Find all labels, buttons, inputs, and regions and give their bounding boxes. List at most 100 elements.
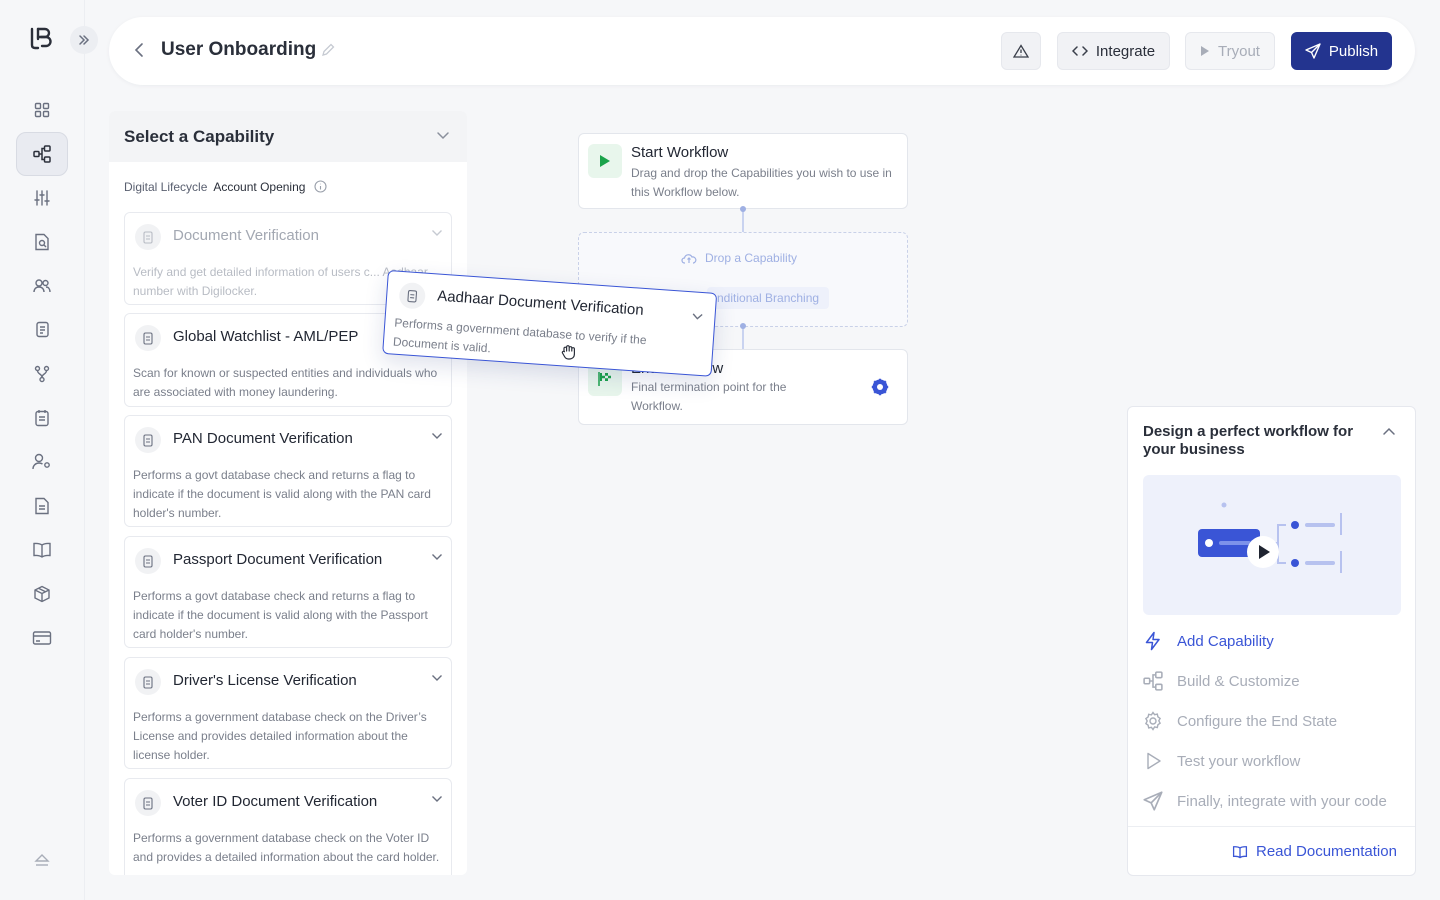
capability-card-title: Driver's License Verification	[173, 672, 357, 689]
sliders-icon	[34, 190, 50, 206]
document-icon	[398, 281, 427, 310]
end-node-settings-button[interactable]	[871, 378, 889, 396]
capability-card-passport-verification[interactable]: Passport Document Verification Performs …	[124, 536, 452, 648]
integrate-label: Integrate	[1095, 42, 1156, 60]
chevron-down-icon[interactable]	[431, 674, 443, 682]
nav-user-settings[interactable]	[16, 440, 68, 484]
send-icon	[1305, 43, 1321, 59]
left-sidebar	[0, 0, 98, 900]
top-header: User Onboarding Integrate Tryout Publish	[109, 17, 1415, 85]
chevron-down-icon[interactable]	[431, 553, 443, 561]
capability-card-description: Scan for known or suspected entities and…	[133, 366, 438, 399]
conditional-branching-chip[interactable]: nditional Branching	[707, 287, 830, 309]
nav-eject[interactable]	[16, 838, 68, 882]
flow-icon	[1143, 671, 1163, 691]
nav-documents[interactable]	[16, 308, 68, 352]
document-search-icon	[35, 233, 49, 251]
app-logo-icon[interactable]	[28, 26, 56, 56]
file-text-icon	[35, 497, 49, 515]
workflow-illustration-icon	[1198, 502, 1342, 573]
gear-icon	[871, 378, 889, 396]
publish-button[interactable]: Publish	[1291, 32, 1392, 70]
capability-card-title: Document Verification	[173, 227, 319, 244]
nav-workflows[interactable]	[16, 132, 68, 176]
help-step-test-workflow[interactable]: Test your workflow	[1143, 751, 1300, 771]
capability-panel-title: Select a Capability	[124, 126, 275, 146]
help-step-configure-end-state[interactable]: Configure the End State	[1143, 711, 1337, 731]
send-icon	[1143, 791, 1163, 811]
help-step-label: Configure the End State	[1177, 712, 1338, 730]
chevron-up-icon[interactable]	[1382, 427, 1396, 436]
help-step-build-customize[interactable]: Build & Customize	[1143, 671, 1300, 691]
nav-dashboard[interactable]	[16, 88, 68, 132]
help-step-integrate[interactable]: Finally, integrate with your code	[1143, 791, 1387, 811]
info-icon[interactable]	[314, 180, 327, 193]
capability-card-pan-verification[interactable]: PAN Document Verification Performs a gov…	[124, 415, 452, 527]
start-play-icon	[588, 144, 622, 178]
nav-library[interactable]	[16, 528, 68, 572]
capability-card-voter-id[interactable]: Voter ID Document Verification Performs …	[124, 778, 452, 875]
open-book-icon	[33, 542, 51, 558]
chevron-down-icon[interactable]	[431, 229, 443, 237]
breadcrumb: Digital Lifecycle Account Opening	[124, 180, 327, 194]
help-step-label: Add Capability	[1177, 632, 1274, 650]
credit-card-icon	[32, 631, 52, 645]
nav-packages[interactable]	[16, 572, 68, 616]
breadcrumb-parent: Digital Lifecycle	[124, 180, 208, 194]
capability-panel-header[interactable]: Select a Capability	[109, 111, 467, 162]
workflow-connector	[742, 327, 744, 350]
connector-dot	[740, 206, 746, 212]
git-branch-icon	[34, 365, 50, 383]
clipboard-icon	[35, 410, 49, 427]
workflow-icon	[33, 145, 51, 163]
breadcrumb-current: Account Opening	[213, 180, 306, 194]
chevron-left-icon	[134, 43, 143, 57]
start-node-description: Drag and drop the Capabilities you wish …	[631, 166, 892, 199]
capability-card-description: Performs a govt database check and retur…	[133, 468, 431, 520]
help-step-label: Finally, integrate with your code	[1177, 792, 1387, 810]
start-workflow-node[interactable]: Start Workflow Drag and drop the Capabil…	[578, 133, 908, 209]
grab-cursor-icon	[560, 343, 578, 361]
help-step-label: Build & Customize	[1177, 672, 1300, 690]
publish-label: Publish	[1328, 42, 1379, 60]
tutorial-video-thumbnail[interactable]	[1143, 475, 1401, 615]
documents-icon	[36, 321, 49, 338]
dragging-card-title: Aadhaar Document Verification	[436, 287, 645, 319]
nav-users[interactable]	[16, 264, 68, 308]
package-icon	[34, 585, 50, 603]
capability-card-description: Performs a government database check on …	[133, 710, 427, 762]
capability-card-title: Passport Document Verification	[173, 551, 383, 568]
read-documentation-label: Read Documentation	[1256, 843, 1397, 860]
users-icon	[33, 279, 51, 293]
help-step-add-capability[interactable]: Add Capability	[1143, 631, 1274, 651]
divider	[1128, 826, 1415, 827]
document-icon	[135, 790, 161, 816]
cloud-upload-icon	[681, 254, 697, 264]
chevron-down-icon	[692, 313, 703, 320]
read-documentation-link[interactable]: Read Documentation	[1232, 843, 1397, 860]
document-icon	[135, 669, 161, 695]
back-button[interactable]	[133, 41, 145, 59]
nav-billing[interactable]	[16, 616, 68, 660]
nav-settings-sliders[interactable]	[16, 176, 68, 220]
gear-icon	[1144, 711, 1162, 731]
nav-reports[interactable]	[16, 484, 68, 528]
tryout-label: Tryout	[1218, 42, 1260, 60]
capability-card-drivers-license[interactable]: Driver's License Verification Performs a…	[124, 657, 452, 769]
tryout-button[interactable]: Tryout	[1185, 32, 1275, 70]
nav-document-search[interactable]	[16, 220, 68, 264]
capability-card-title: PAN Document Verification	[173, 430, 353, 447]
expand-sidebar-button[interactable]	[70, 26, 98, 54]
open-book-icon	[1232, 845, 1248, 858]
workflow-help-panel: Design a perfect workflow for your busin…	[1127, 406, 1416, 876]
chevron-down-icon[interactable]	[431, 795, 443, 803]
warning-icon	[1013, 44, 1029, 58]
warnings-button[interactable]	[1001, 32, 1041, 70]
user-gear-icon	[32, 453, 50, 470]
integrate-button[interactable]: Integrate	[1057, 32, 1170, 70]
chevron-down-icon[interactable]	[431, 432, 443, 440]
nav-checklist[interactable]	[16, 396, 68, 440]
edit-title-button[interactable]	[321, 43, 335, 57]
capability-card-title: Voter ID Document Verification	[173, 793, 378, 810]
nav-branches[interactable]	[16, 352, 68, 396]
